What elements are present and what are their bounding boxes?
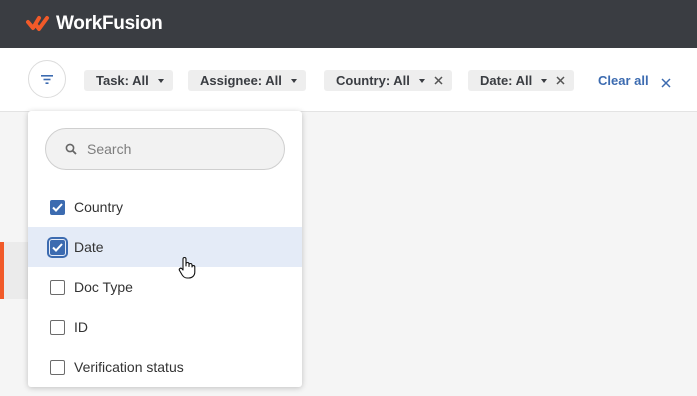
filter-chip-task[interactable]: Task: All [84,70,173,91]
option-country[interactable]: Country [28,187,302,227]
caret-down-icon [157,78,164,83]
search-input[interactable] [87,141,267,157]
filter-toggle-button[interactable] [28,60,66,98]
clear-all-close-icon[interactable] [661,75,671,93]
option-verification-status[interactable]: Verification status [28,347,302,387]
workfusion-logo-icon [26,16,49,31]
check-icon [52,242,63,252]
checkbox-checked[interactable] [50,199,65,215]
search-icon [65,143,77,155]
filter-chip-label: Task: All [96,73,149,88]
search-box[interactable] [45,128,285,170]
clear-all-link[interactable]: Clear all [598,73,649,88]
hand-pointer-cursor-icon [178,257,196,279]
checkbox-checked[interactable] [47,236,68,258]
filter-chip-label: Country: All [336,73,410,88]
option-date[interactable]: Date [28,227,302,267]
filter-dropdown: Country Date Doc Type ID Verification st… [28,111,302,387]
filter-chip-country[interactable]: Country: All [324,70,452,91]
app-name: WorkFusion [56,13,163,34]
option-label: ID [74,319,88,335]
top-bar: WorkFusion [0,0,697,48]
filter-bar: Task: All Assignee: All Country: All Dat… [0,48,697,112]
filter-icon [41,74,53,84]
option-label: Verification status [74,359,184,375]
filter-chip-date[interactable]: Date: All [468,70,575,91]
option-label: Date [74,239,104,255]
check-icon [52,202,63,212]
filter-chip-assignee[interactable]: Assignee: All [188,70,306,91]
option-id[interactable]: ID [28,307,302,347]
filter-chip-label: Date: All [480,73,533,88]
close-icon[interactable] [556,76,565,85]
logo[interactable]: WorkFusion [26,13,163,35]
option-doc-type[interactable]: Doc Type [28,267,302,307]
checkbox-unchecked[interactable] [50,319,65,335]
side-panel-tab[interactable] [4,242,28,299]
filter-chip-label: Assignee: All [200,73,282,88]
close-icon[interactable] [434,76,443,85]
checkbox-unchecked[interactable] [50,359,65,375]
caret-down-icon [290,78,297,83]
checkbox-unchecked[interactable] [50,279,65,295]
option-label: Doc Type [74,279,133,295]
option-label: Country [74,199,124,215]
caret-down-icon [418,78,425,83]
caret-down-icon [541,78,548,83]
